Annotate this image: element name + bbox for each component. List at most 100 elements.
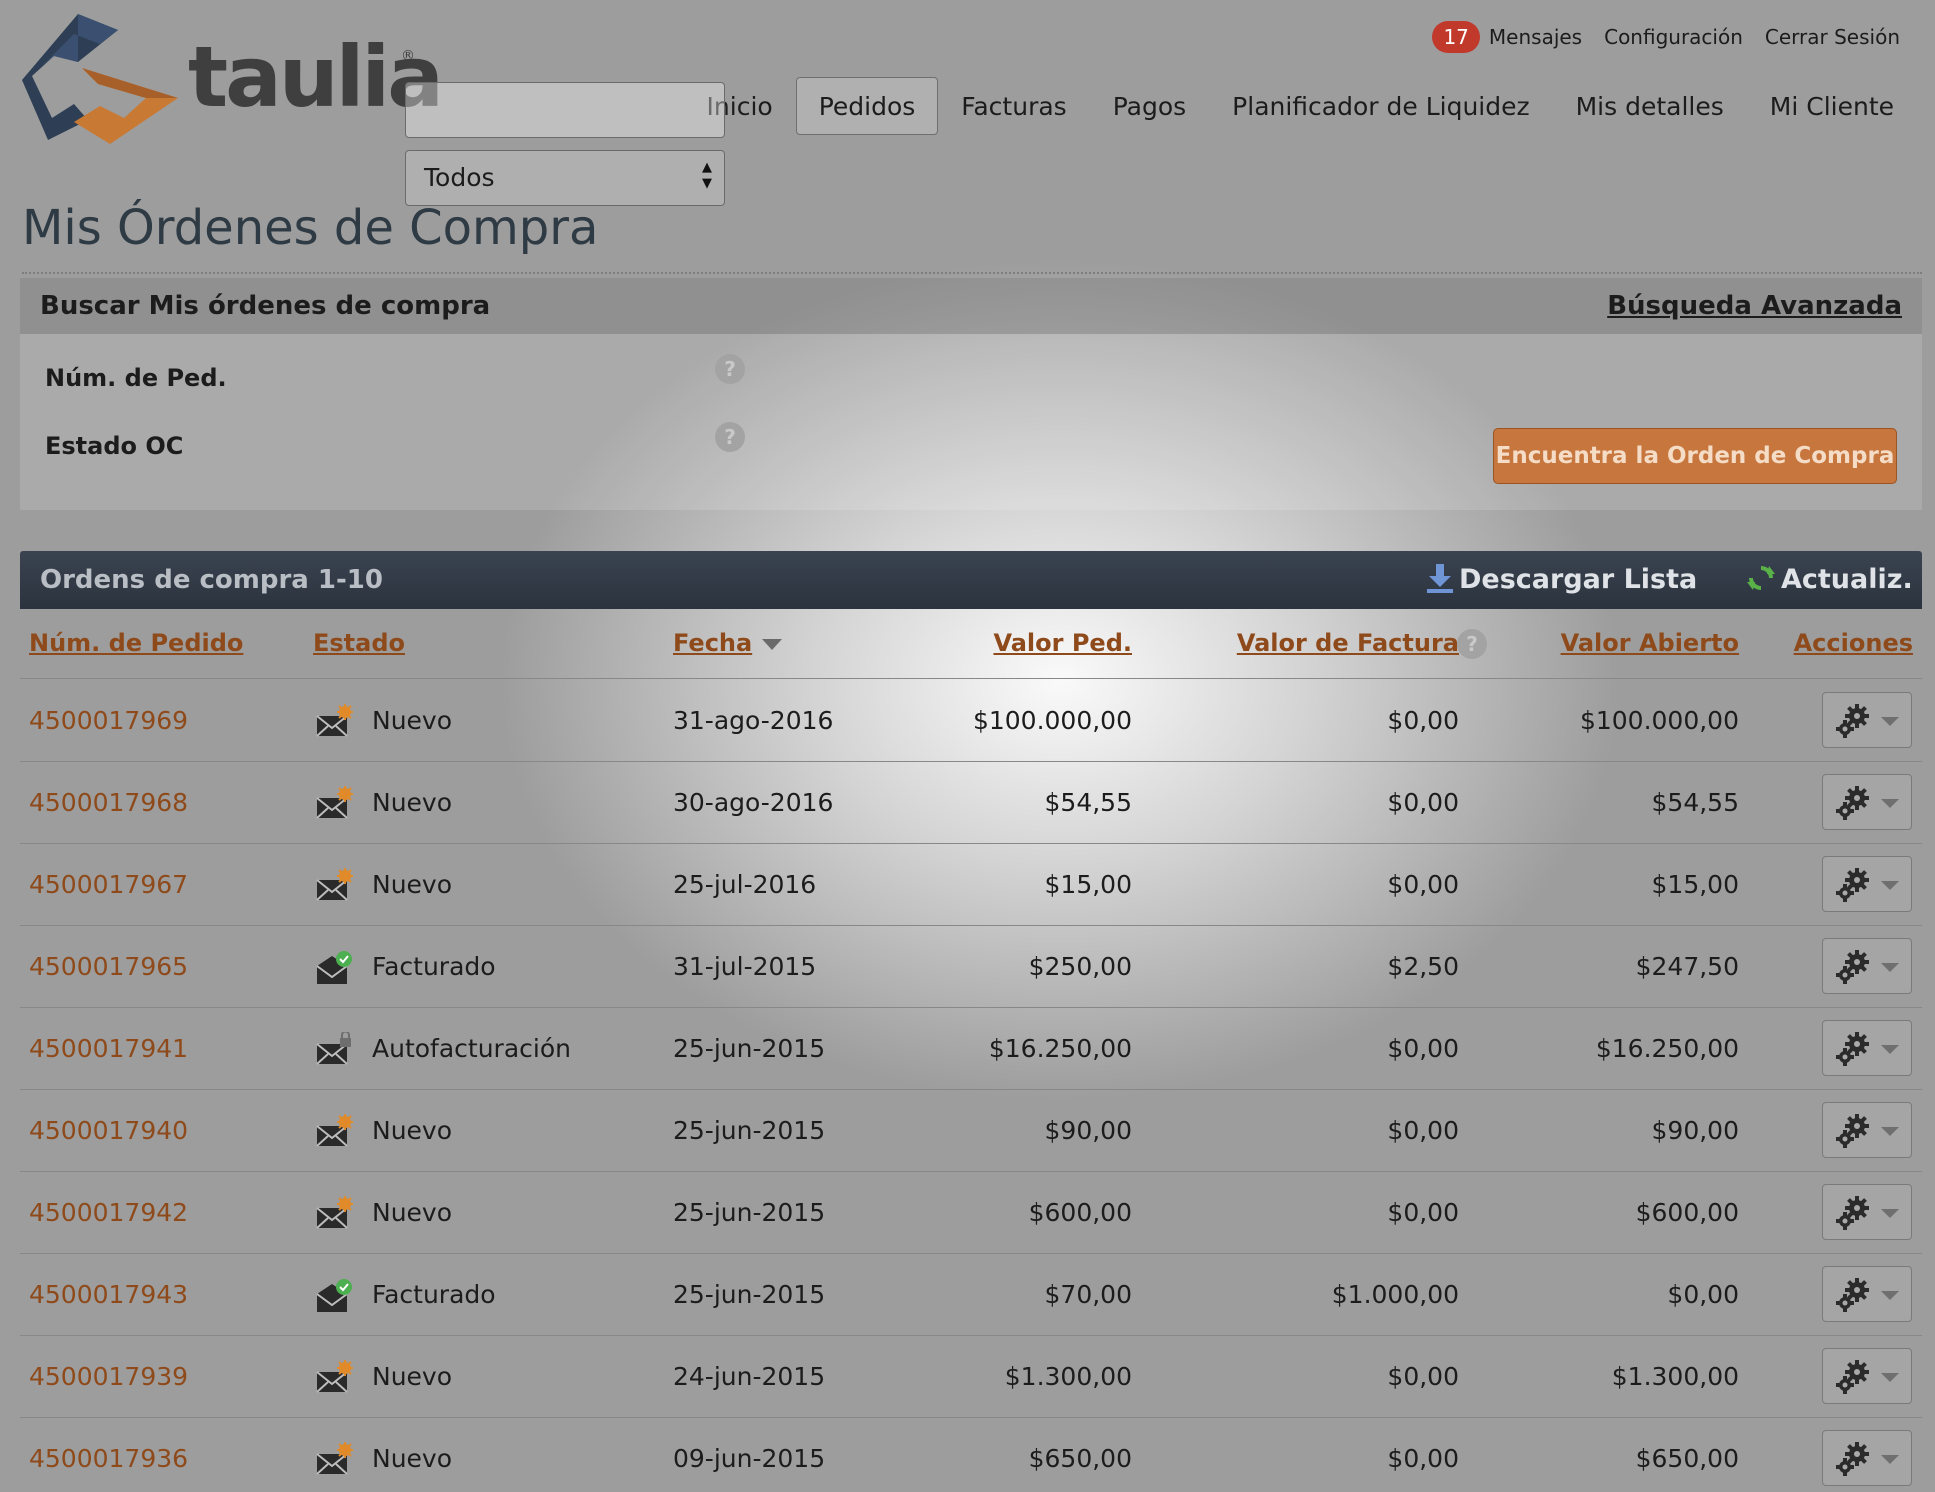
order-date: 25-jun-2015: [673, 1198, 826, 1227]
refresh-button[interactable]: Actualiz.: [1745, 551, 1913, 609]
row-actions-button[interactable]: [1822, 1430, 1912, 1486]
order-value: $54,55: [1044, 788, 1132, 817]
col-order-value[interactable]: Valor Ped.: [993, 629, 1132, 657]
refresh-label: Actualiz.: [1781, 564, 1913, 595]
row-actions-button[interactable]: [1822, 1266, 1912, 1322]
col-open-value[interactable]: Valor Abierto: [1561, 629, 1739, 657]
download-list-label: Descargar Lista: [1459, 564, 1698, 595]
row-actions-button[interactable]: [1822, 938, 1912, 994]
invoice-value: $0,00: [1387, 1034, 1459, 1063]
order-number-help-icon[interactable]: ?: [715, 354, 745, 384]
order-status: Facturado: [372, 952, 496, 981]
order-number-link[interactable]: 4500017965: [29, 926, 188, 1008]
table-header-row: Núm. de Pedido Estado Fecha Valor Ped. V…: [20, 609, 1922, 679]
order-status: Nuevo: [372, 1362, 453, 1391]
invoice-value: $0,00: [1387, 1362, 1459, 1391]
status-help-icon[interactable]: ?: [715, 422, 745, 452]
table-row: 4500017967 Nuevo 25-jul-2016 $15,00 $0,00 $15…: [20, 844, 1922, 926]
row-actions-button[interactable]: [1822, 1020, 1912, 1076]
order-status: Nuevo: [372, 1444, 453, 1473]
search-panel-header: Buscar Mis órdenes de compra Búsqueda Av…: [20, 278, 1922, 334]
order-date: 25-jun-2015: [673, 1034, 826, 1063]
chevron-down-icon: [1881, 1209, 1899, 1218]
messages-count-badge: 17: [1432, 21, 1480, 53]
row-actions-button[interactable]: [1822, 1102, 1912, 1158]
order-number-link[interactable]: 4500017940: [29, 1090, 188, 1172]
table-row: 4500017965 Facturado 31-jul-2015 $250,00 $2,…: [20, 926, 1922, 1008]
order-date: 31-ago-2016: [673, 706, 834, 735]
row-actions-button[interactable]: [1822, 1184, 1912, 1240]
table-row: 4500017936 Nuevo 09-jun-2015 $650,00 $0,00 $6…: [20, 1418, 1922, 1492]
order-date: 30-ago-2016: [673, 788, 834, 817]
order-status: Nuevo: [372, 706, 453, 735]
download-icon: [1427, 564, 1453, 593]
invoice-value: $1.000,00: [1331, 1280, 1459, 1309]
nav-pedidos[interactable]: Pedidos: [795, 77, 939, 135]
order-number-link[interactable]: 4500017968: [29, 762, 188, 844]
invoice-value: $0,00: [1387, 1444, 1459, 1473]
order-value: $650,00: [1028, 1444, 1132, 1473]
search-panel-title: Buscar Mis órdenes de compra: [40, 291, 491, 321]
logout-link[interactable]: Cerrar Sesión: [1765, 25, 1900, 49]
invoice-value-help-icon[interactable]: ?: [1457, 629, 1487, 659]
invoiced-envelope-icon: [315, 950, 353, 986]
order-number-input[interactable]: [405, 82, 725, 138]
logo-mark-icon: [22, 14, 178, 144]
order-date: 24-jun-2015: [673, 1362, 826, 1391]
search-panel: Buscar Mis órdenes de compra Búsqueda Av…: [20, 82, 1922, 510]
table-row: 4500017942 Nuevo 25-jun-2015 $600,00 $0,00 $6…: [20, 1172, 1922, 1254]
col-date[interactable]: Fecha: [673, 629, 752, 657]
col-invoice-value[interactable]: Valor de Factura: [1237, 629, 1459, 657]
order-number-label: Núm. de Ped.: [45, 364, 227, 392]
invoice-value: $2,50: [1387, 952, 1459, 981]
order-value: $90,00: [1044, 1116, 1132, 1145]
row-actions-button[interactable]: [1822, 856, 1912, 912]
order-status: Nuevo: [372, 870, 453, 899]
nav-planificador[interactable]: Planificador de Liquidez: [1209, 77, 1552, 135]
nav-facturas[interactable]: Facturas: [938, 77, 1089, 135]
messages-link[interactable]: 17 Mensajes: [1432, 21, 1582, 53]
orders-list-header: Ordens de compra 1-10 Descargar Lista Ac…: [20, 551, 1922, 609]
open-value: $100.000,00: [1579, 706, 1739, 735]
order-value: $15,00: [1044, 870, 1132, 899]
status-label: Estado OC: [45, 432, 184, 460]
order-date: 09-jun-2015: [673, 1444, 826, 1473]
order-number-link[interactable]: 4500017942: [29, 1172, 188, 1254]
find-order-button[interactable]: Encuentra la Orden de Compra: [1493, 428, 1897, 484]
select-arrows-icon: ▲ ▼: [702, 160, 712, 191]
order-number-link[interactable]: 4500017967: [29, 844, 188, 926]
invoice-value: $0,00: [1387, 1116, 1459, 1145]
nav-mis-detalles[interactable]: Mis detalles: [1553, 77, 1747, 135]
new-envelope-icon: [315, 868, 353, 904]
order-number-link[interactable]: 4500017969: [29, 680, 188, 762]
settings-link[interactable]: Configuración: [1604, 25, 1743, 49]
order-date: 25-jun-2015: [673, 1116, 826, 1145]
col-status[interactable]: Estado: [313, 629, 405, 657]
nav-mi-cliente[interactable]: Mi Cliente: [1747, 77, 1917, 135]
row-actions-button[interactable]: [1822, 774, 1912, 830]
table-row: 4500017968 Nuevo 30-ago-2016 $54,55 $0,00 $54…: [20, 762, 1922, 844]
order-status: Facturado: [372, 1280, 496, 1309]
status-select[interactable]: Todos ▲ ▼: [405, 150, 725, 206]
table-row: 4500017943 Facturado 25-jun-2015 $70,00 $1.0…: [20, 1254, 1922, 1336]
sort-descending-icon[interactable]: [762, 639, 782, 650]
row-actions-button[interactable]: [1822, 1348, 1912, 1404]
order-number-link[interactable]: 4500017943: [29, 1254, 188, 1336]
download-list-button[interactable]: Descargar Lista: [1425, 551, 1697, 609]
open-value: $90,00: [1651, 1116, 1739, 1145]
open-value: $15,00: [1651, 870, 1739, 899]
col-order-number[interactable]: Núm. de Pedido: [29, 629, 243, 657]
row-actions-button[interactable]: [1822, 692, 1912, 748]
order-number-link[interactable]: 4500017941: [29, 1008, 188, 1090]
invoice-value: $0,00: [1387, 870, 1459, 899]
taulia-logo[interactable]: taulia ®: [18, 10, 444, 146]
table-row: 4500017940 Nuevo 25-jun-2015 $90,00 $0,00 $90…: [20, 1090, 1922, 1172]
order-number-link[interactable]: 4500017939: [29, 1336, 188, 1418]
order-date: 25-jul-2016: [673, 870, 817, 899]
new-envelope-icon: [315, 1196, 353, 1232]
advanced-search-link[interactable]: Búsqueda Avanzada: [1607, 291, 1902, 321]
page-title: Mis Órdenes de Compra: [22, 200, 599, 256]
order-number-link[interactable]: 4500017936: [29, 1418, 188, 1492]
order-value: $250,00: [1028, 952, 1132, 981]
nav-pagos[interactable]: Pagos: [1090, 77, 1209, 135]
